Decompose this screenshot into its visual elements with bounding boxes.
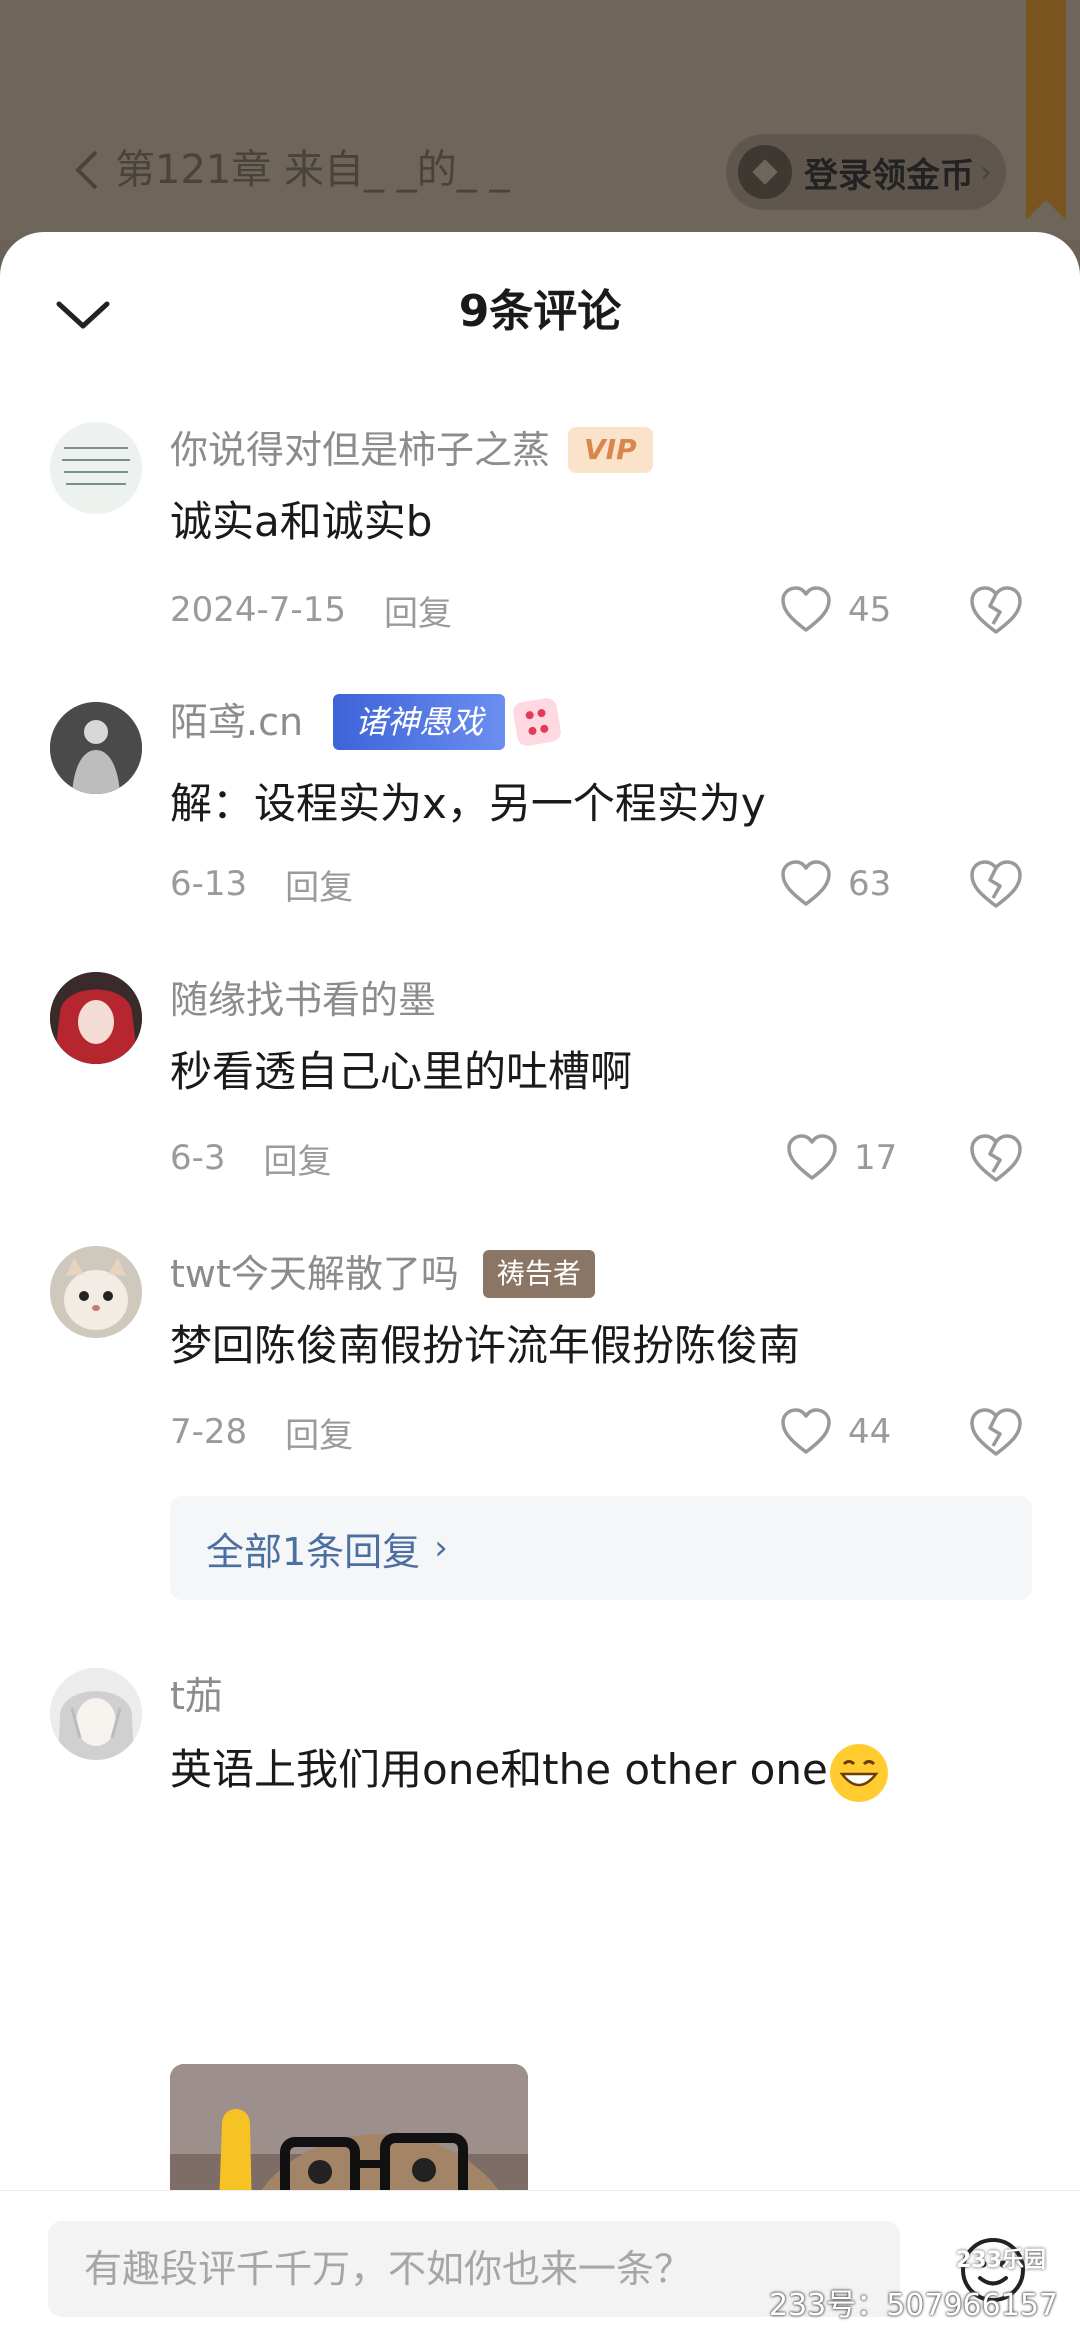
heart-icon <box>781 586 831 632</box>
avatar[interactable] <box>50 702 142 794</box>
view-replies-link[interactable]: 全部1条回复 › <box>170 1496 1032 1600</box>
comment-date: 6-13 <box>170 864 248 904</box>
comments-count-title: 9条评论 <box>458 286 622 337</box>
avatar[interactable] <box>50 1668 142 1760</box>
comment-date: 2024-7-15 <box>170 590 346 630</box>
avatar[interactable] <box>50 422 142 514</box>
heart-icon <box>787 1134 837 1180</box>
username[interactable]: t茄 <box>170 1668 223 1724</box>
username[interactable]: 你说得对但是柿子之蒸 <box>170 422 550 478</box>
like-count: 44 <box>848 1412 892 1452</box>
like-button[interactable]: 17 <box>786 1130 897 1186</box>
chapter-title: 第121章 来自_ _的_ _ <box>115 147 510 193</box>
chevron-left-icon[interactable] <box>70 148 106 192</box>
watermark-logo: 233乐园 <box>956 2248 1046 2273</box>
comment-user: 陌鸢.cn 诸神愚戏 <box>170 694 563 750</box>
avatar[interactable] <box>50 1246 142 1338</box>
bookmark-ribbon[interactable] <box>1026 0 1066 220</box>
comment-user: 你说得对但是柿子之蒸 VIP <box>170 422 653 478</box>
comment-text-content: 英语上我们用one和the other one <box>170 1745 828 1794</box>
reply-button[interactable]: 回复 <box>264 1134 332 1183</box>
broken-heart-icon[interactable] <box>968 582 1024 638</box>
grinning-emoji-icon <box>829 1743 888 1802</box>
reply-button[interactable]: 回复 <box>285 860 353 909</box>
role-badge: 祷告者 <box>482 1250 595 1298</box>
broken-heart-icon[interactable] <box>968 1404 1024 1460</box>
broken-heart-icon[interactable] <box>968 856 1024 912</box>
comment-text: 秒看透自己心里的吐槽啊 <box>170 1047 633 1096</box>
comment-date: 6-3 <box>170 1138 226 1178</box>
comment-text: 诚实a和诚实b <box>170 497 433 546</box>
vip-badge: VIP <box>568 427 653 473</box>
username[interactable]: twt今天解散了吗 <box>170 1246 459 1302</box>
watermark-text: 233号：507966157 <box>768 2288 1058 2323</box>
reply-button[interactable]: 回复 <box>285 1408 353 1457</box>
heart-icon <box>781 1408 831 1454</box>
comment-user: t茄 <box>170 1668 223 1724</box>
like-button[interactable]: 45 <box>780 582 891 638</box>
comments-sheet: 9条评论 你说得对但是柿子之蒸 VIP 诚实a和诚实b 2024-7-15 回复 <box>0 232 1080 2340</box>
comment-meta: 6-13 回复 <box>170 856 353 912</box>
username[interactable]: 随缘找书看的墨 <box>170 972 436 1028</box>
like-count: 63 <box>848 864 892 904</box>
replies-link-label: 全部1条回复 <box>206 1529 421 1574</box>
comment-meta: 7-28 回复 <box>170 1404 353 1460</box>
login-label: 登录领金币 <box>804 155 974 196</box>
comment-meta: 2024-7-15 回复 <box>170 582 452 638</box>
username[interactable]: 陌鸢.cn <box>170 694 303 750</box>
like-button[interactable]: 63 <box>780 856 891 912</box>
comment-user: twt今天解散了吗 祷告者 <box>170 1246 595 1302</box>
like-count: 17 <box>854 1138 898 1178</box>
title-badge: 诸神愚戏 <box>333 694 506 750</box>
broken-heart-icon[interactable] <box>968 1130 1024 1186</box>
dice-icon <box>511 696 563 748</box>
like-button[interactable]: 44 <box>780 1404 891 1460</box>
comment-date: 7-28 <box>170 1412 248 1452</box>
comment-user: 随缘找书看的墨 <box>170 972 436 1028</box>
comment-text: 英语上我们用one和the other one <box>170 1738 888 1802</box>
like-count: 45 <box>848 590 892 630</box>
reply-button[interactable]: 回复 <box>384 586 452 635</box>
chevron-right-icon: › <box>434 1528 448 1568</box>
sheet-header: 9条评论 <box>0 232 1080 392</box>
heart-icon <box>781 860 831 906</box>
login-coins-button[interactable]: 登录领金币 › <box>726 134 1006 210</box>
comment-text: 梦回陈俊南假扮许流年假扮陈俊南 <box>170 1321 801 1370</box>
chevron-right-icon: › <box>980 154 992 190</box>
comment-meta: 6-3 回复 <box>170 1130 332 1186</box>
comment-text: 解：设程实为x，另一个程实为y <box>170 779 766 828</box>
avatar[interactable] <box>50 972 142 1064</box>
coin-icon <box>738 145 792 199</box>
